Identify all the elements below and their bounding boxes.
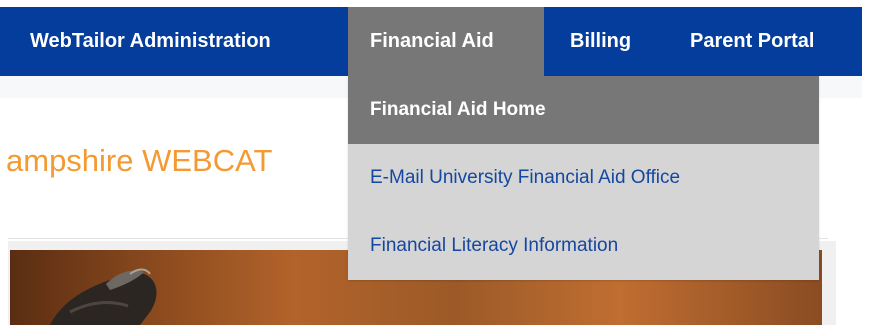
top-navbar: WebTailor Administration Financial Aid B…	[0, 7, 862, 76]
nav-financial-aid[interactable]: Financial Aid	[348, 7, 544, 76]
page: WebTailor Administration Financial Aid B…	[0, 0, 872, 325]
nav-webtailor-administration[interactable]: WebTailor Administration	[30, 7, 271, 76]
nav-billing[interactable]: Billing	[570, 7, 631, 76]
financial-aid-dropdown-menu: Financial Aid Home E-Mail University Fin…	[348, 76, 819, 280]
menu-item-email-financial-aid-office[interactable]: E-Mail University Financial Aid Office	[348, 144, 819, 212]
page-title: ampshire WEBCAT	[6, 143, 273, 178]
menu-item-financial-aid-home[interactable]: Financial Aid Home	[348, 76, 819, 144]
menu-item-financial-literacy-information[interactable]: Financial Literacy Information	[348, 212, 819, 280]
nav-parent-portal[interactable]: Parent Portal	[690, 7, 814, 76]
